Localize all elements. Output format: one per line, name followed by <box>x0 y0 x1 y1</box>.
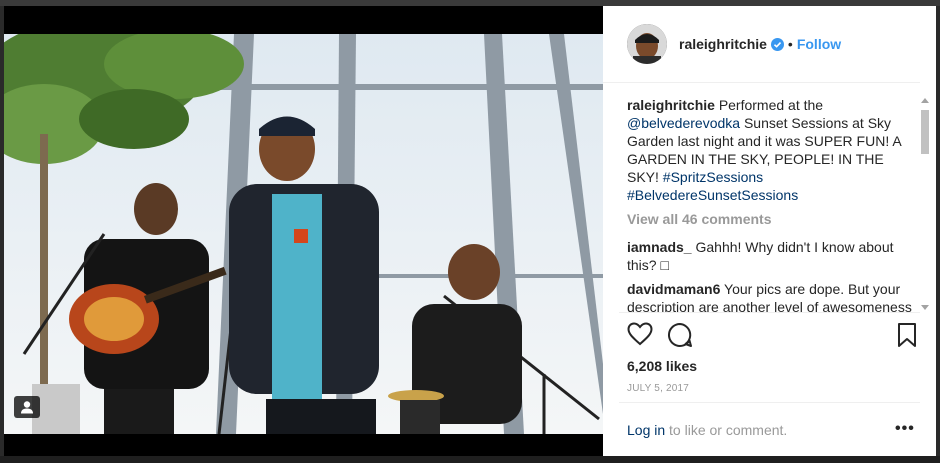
backdrop-bottom <box>0 456 940 463</box>
login-prompt: Log in to like or comment. <box>627 422 787 438</box>
login-prompt-text: to like or comment. <box>669 422 788 438</box>
comment-icon[interactable] <box>667 322 693 353</box>
caption-hashtag-2[interactable]: #BelvedereSunsetSessions <box>627 187 798 203</box>
photo-scene <box>4 34 603 434</box>
caption-text-1: Performed at the <box>718 97 824 113</box>
post-photo[interactable] <box>4 6 603 456</box>
post-side-panel: raleighritchie • Follow raleighritchie P… <box>603 6 936 456</box>
concert-photo-illustration <box>4 34 603 434</box>
scroll-up-icon[interactable] <box>921 98 929 103</box>
comments-scrollbar[interactable] <box>919 96 931 312</box>
verified-badge-icon <box>770 37 784 51</box>
view-all-comments-link[interactable]: View all 46 comments <box>627 210 917 228</box>
scroll-down-icon[interactable] <box>921 305 929 310</box>
post-date[interactable]: JULY 5, 2017 <box>627 383 689 394</box>
caption-username[interactable]: raleighritchie <box>627 97 715 113</box>
caption: raleighritchie Performed at the @belvede… <box>627 96 917 204</box>
scroll-thumb[interactable] <box>921 110 929 154</box>
comments-section[interactable]: raleighritchie Performed at the @belvede… <box>627 96 917 312</box>
comment-item: iamnads_ Gahhh! Why didn't I know about … <box>627 238 917 274</box>
caption-hashtag-1[interactable]: #SpritzSessions <box>663 169 763 185</box>
action-bar <box>627 322 917 350</box>
comment-item: davidmaman6 Your pics are dope. But your… <box>627 280 917 312</box>
header-separator: • <box>787 36 793 52</box>
likes-count[interactable]: 6,208 likes <box>627 358 697 374</box>
login-link[interactable]: Log in <box>627 422 665 438</box>
post-header: raleighritchie • Follow <box>603 6 920 83</box>
divider <box>619 312 920 313</box>
comment-username[interactable]: davidmaman6 <box>627 281 720 297</box>
bookmark-icon[interactable] <box>897 322 917 353</box>
avatar[interactable] <box>627 24 667 64</box>
divider <box>619 402 920 403</box>
header-username[interactable]: raleighritchie <box>679 36 767 52</box>
more-options-button[interactable]: ••• <box>895 420 915 438</box>
caption-mention[interactable]: @belvederevodka <box>627 115 740 131</box>
follow-button[interactable]: Follow <box>797 36 841 52</box>
user-tag-icon[interactable] <box>14 396 40 418</box>
comment-username[interactable]: iamnads_ <box>627 239 692 255</box>
heart-icon[interactable] <box>627 322 653 351</box>
